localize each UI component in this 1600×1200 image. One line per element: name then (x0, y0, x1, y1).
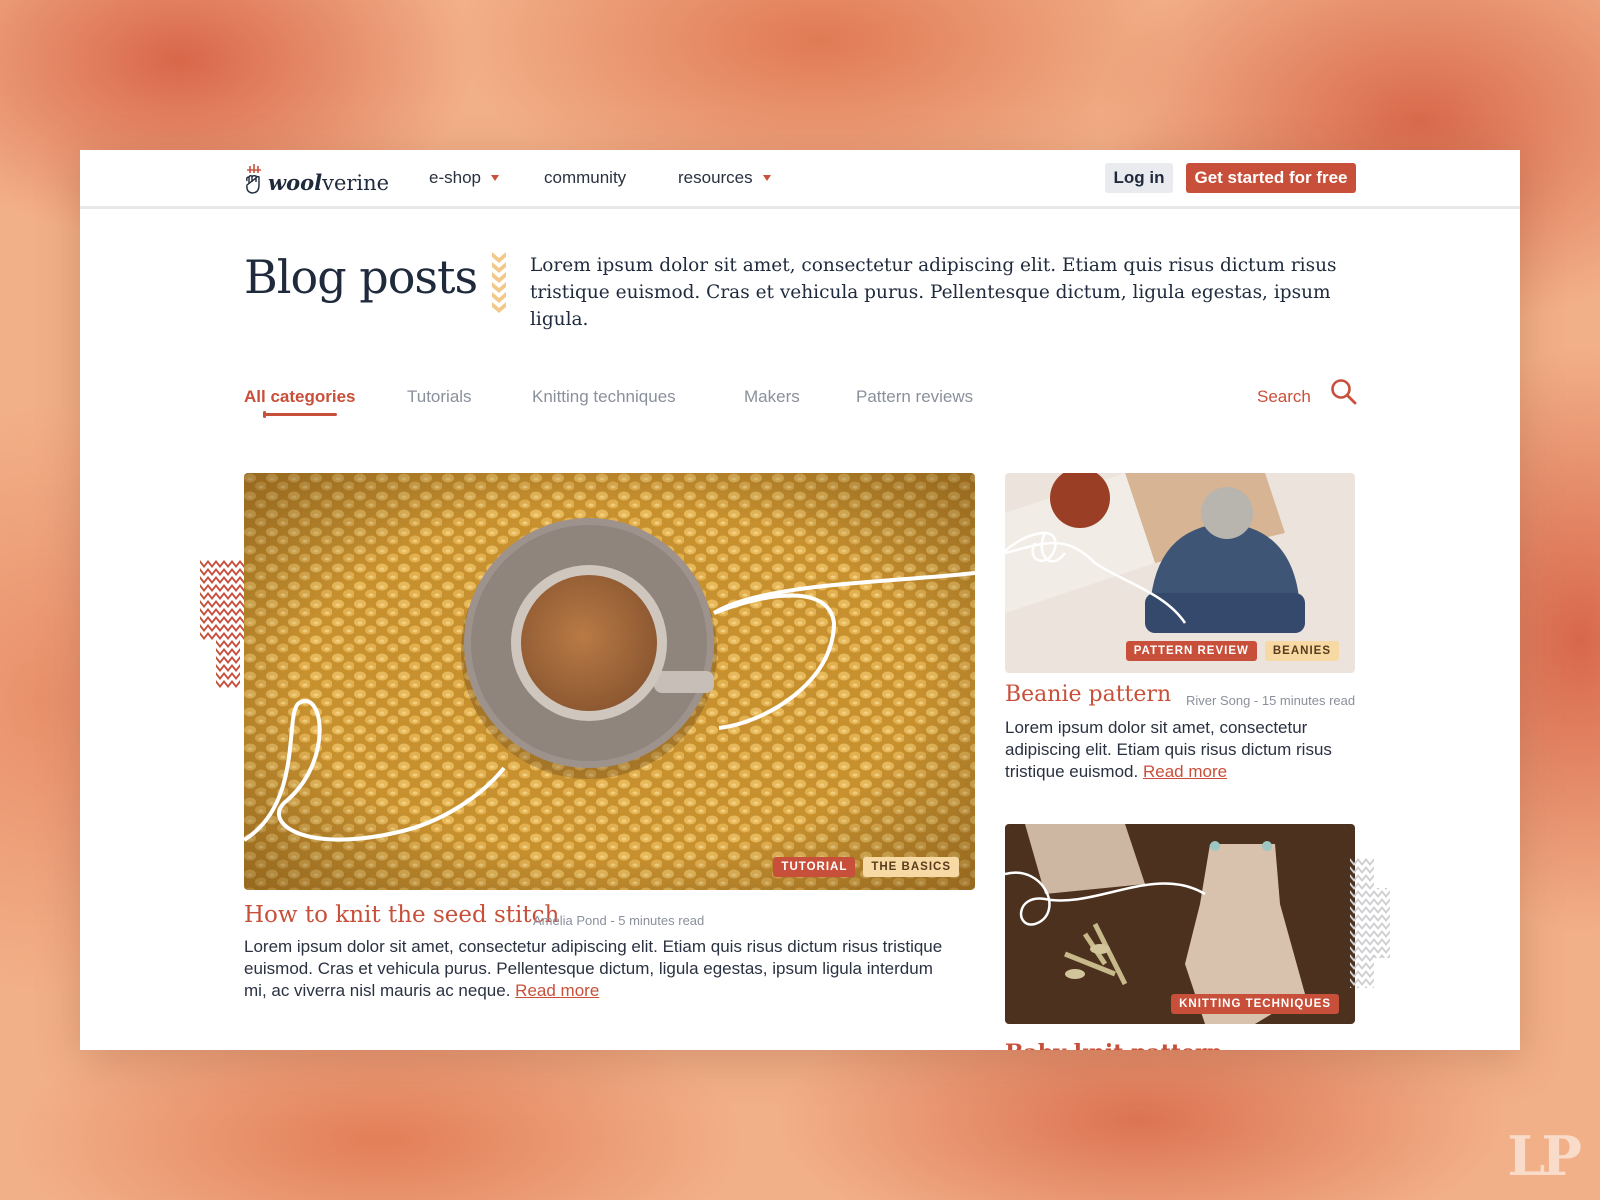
baby-knit-post-image[interactable]: KNITTING TECHNIQUES (1005, 824, 1355, 1024)
tab-all-categories[interactable]: All categories (244, 387, 356, 407)
coffee-on-knit-photo (244, 473, 975, 890)
featured-post-tags: TUTORIAL THE BASICS (773, 857, 959, 877)
watermark-logo: LP (1507, 1124, 1582, 1188)
tag-badge[interactable]: KNITTING TECHNIQUES (1171, 994, 1339, 1014)
logo-word-verine: verine (322, 171, 390, 195)
tag-badge[interactable]: BEANIES (1264, 641, 1339, 661)
featured-post-excerpt: Lorem ipsum dolor sit amet, consectetur … (244, 936, 944, 1002)
read-more-link[interactable]: Read more (515, 981, 599, 1000)
beanie-post-tags: PATTERN REVIEW BEANIES (1125, 641, 1339, 661)
nav-community[interactable]: community (544, 168, 626, 188)
knit-braid-icon (492, 252, 506, 313)
tab-makers[interactable]: Makers (744, 387, 800, 407)
brand-logo[interactable]: wool verine (244, 161, 389, 195)
featured-post-title[interactable]: How to knit the seed stitch (244, 902, 559, 928)
page-title: Blog posts (244, 250, 478, 304)
tag-badge[interactable]: THE BASICS (863, 857, 959, 877)
beanie-post-meta: River Song - 15 minutes read (1186, 693, 1356, 708)
login-button[interactable]: Log in (1105, 163, 1173, 193)
browser-window: wool verine e-shop community resources L… (80, 150, 1520, 1050)
featured-post-meta: Amelia Pond - 5 minutes read (533, 913, 705, 928)
nav-resources[interactable]: resources (678, 168, 771, 188)
yarn-hand-icon (246, 164, 261, 194)
nav-community-label: community (544, 168, 627, 187)
featured-post-image[interactable]: TUTORIAL THE BASICS (244, 473, 975, 890)
active-tab-indicator (263, 411, 337, 418)
tab-pattern-reviews[interactable]: Pattern reviews (856, 387, 973, 407)
tag-badge[interactable]: PATTERN REVIEW (1125, 641, 1257, 661)
nav-resources-label: resources (678, 168, 753, 187)
beanie-post-excerpt: Lorem ipsum dolor sit amet, consectetur … (1005, 717, 1355, 783)
tag-badge[interactable]: TUTORIAL (773, 857, 856, 877)
beanie-post-image[interactable]: PATTERN REVIEW BEANIES (1005, 473, 1355, 673)
read-more-link[interactable]: Read more (1143, 762, 1227, 781)
search-label[interactable]: Search (1257, 387, 1311, 407)
beanie-post-title[interactable]: Beanie pattern (1005, 682, 1171, 707)
chevron-down-icon (490, 175, 499, 181)
knit-stitch-decoration (1350, 858, 1390, 988)
tab-knitting-techniques[interactable]: Knitting techniques (532, 387, 676, 407)
baby-knit-post-title[interactable]: Baby knit pattern (1005, 1040, 1223, 1050)
chevron-down-icon (762, 175, 771, 181)
nav-eshop[interactable]: e-shop (429, 168, 499, 188)
baby-knit-post-tags: KNITTING TECHNIQUES (1171, 994, 1339, 1014)
page-intro: Lorem ipsum dolor sit amet, consectetur … (530, 255, 1337, 330)
nav-eshop-label: e-shop (429, 168, 481, 187)
get-started-button[interactable]: Get started for free (1186, 163, 1356, 193)
logo-word-wool: wool (268, 170, 323, 195)
tab-tutorials[interactable]: Tutorials (407, 387, 472, 407)
top-navbar: wool verine e-shop community resources L… (80, 150, 1520, 209)
search-icon[interactable] (1330, 378, 1358, 406)
